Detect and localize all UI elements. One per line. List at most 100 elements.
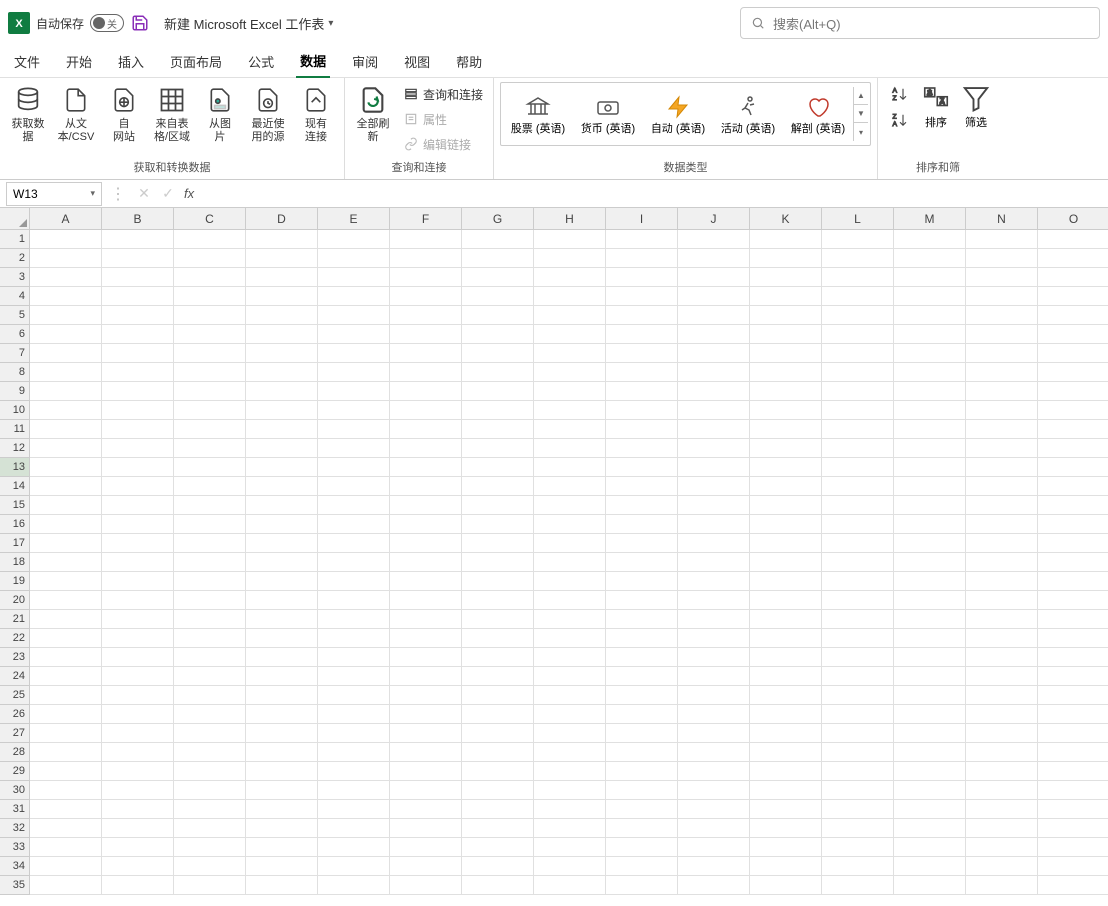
cell[interactable] [318,838,390,857]
cell[interactable] [318,458,390,477]
cell[interactable] [606,344,678,363]
cell[interactable] [534,743,606,762]
cell[interactable] [750,743,822,762]
cell[interactable] [966,648,1038,667]
cell[interactable] [678,401,750,420]
cell[interactable] [174,648,246,667]
cell[interactable] [246,724,318,743]
cell[interactable] [1038,401,1108,420]
cell[interactable] [894,420,966,439]
column-header[interactable]: I [606,208,678,230]
cell[interactable] [822,629,894,648]
cell[interactable] [30,420,102,439]
cell[interactable] [606,306,678,325]
cell[interactable] [750,667,822,686]
cell[interactable] [894,876,966,895]
cell[interactable] [462,249,534,268]
cell[interactable] [30,458,102,477]
cell[interactable] [318,705,390,724]
cell[interactable] [102,306,174,325]
cell[interactable] [174,401,246,420]
cell[interactable] [534,325,606,344]
cell[interactable] [750,496,822,515]
cell[interactable] [30,857,102,876]
cell[interactable] [606,781,678,800]
cell[interactable] [390,344,462,363]
cell[interactable] [534,667,606,686]
cell[interactable] [750,800,822,819]
cell[interactable] [246,610,318,629]
cell[interactable] [750,629,822,648]
dt-auto[interactable]: 自动 (英语) [643,91,713,138]
cell[interactable] [678,724,750,743]
cell[interactable] [678,230,750,249]
cell[interactable] [822,610,894,629]
cell[interactable] [1038,268,1108,287]
cell[interactable] [390,819,462,838]
cell[interactable] [534,572,606,591]
cell[interactable] [390,477,462,496]
cell[interactable] [174,553,246,572]
column-header[interactable]: L [822,208,894,230]
cell[interactable] [894,249,966,268]
cell[interactable] [390,800,462,819]
cell[interactable] [30,363,102,382]
row-header[interactable]: 10 [0,401,30,420]
cell[interactable] [894,382,966,401]
cell[interactable] [30,648,102,667]
cell[interactable] [318,876,390,895]
cell[interactable] [534,515,606,534]
cell[interactable] [102,800,174,819]
cell[interactable] [1038,306,1108,325]
row-header[interactable]: 23 [0,648,30,667]
cell[interactable] [30,876,102,895]
row-header[interactable]: 11 [0,420,30,439]
cell[interactable] [102,477,174,496]
cell[interactable] [966,686,1038,705]
gallery-scroll[interactable]: ▲ ▼ ▾ [853,87,868,141]
cell[interactable] [30,838,102,857]
cell[interactable] [390,287,462,306]
cell[interactable] [750,515,822,534]
cell[interactable] [894,686,966,705]
cell[interactable] [246,249,318,268]
cell[interactable] [894,762,966,781]
cell[interactable] [966,724,1038,743]
cell[interactable] [750,876,822,895]
cell[interactable] [822,477,894,496]
cell[interactable] [1038,477,1108,496]
cell[interactable] [750,591,822,610]
cell[interactable] [30,553,102,572]
cell[interactable] [606,838,678,857]
cell[interactable] [318,591,390,610]
cell[interactable] [678,591,750,610]
cell[interactable] [1038,249,1108,268]
cell[interactable] [894,819,966,838]
cell[interactable] [894,439,966,458]
cell[interactable] [246,686,318,705]
row-header[interactable]: 16 [0,515,30,534]
cell[interactable] [246,705,318,724]
cell[interactable] [534,553,606,572]
cell[interactable] [318,534,390,553]
cell[interactable] [966,629,1038,648]
cell[interactable] [102,819,174,838]
cell[interactable] [822,515,894,534]
column-header[interactable]: A [30,208,102,230]
cell[interactable] [318,401,390,420]
cell[interactable] [174,363,246,382]
column-header[interactable]: G [462,208,534,230]
cell[interactable] [462,667,534,686]
tab-home[interactable]: 开始 [62,46,96,77]
cell[interactable] [174,420,246,439]
cell[interactable] [822,230,894,249]
cell[interactable] [678,648,750,667]
cell[interactable] [606,534,678,553]
cell[interactable] [174,458,246,477]
row-header[interactable]: 33 [0,838,30,857]
row-header[interactable]: 31 [0,800,30,819]
cell[interactable] [822,439,894,458]
cell[interactable] [390,249,462,268]
tab-layout[interactable]: 页面布局 [166,46,226,77]
cell[interactable] [390,781,462,800]
